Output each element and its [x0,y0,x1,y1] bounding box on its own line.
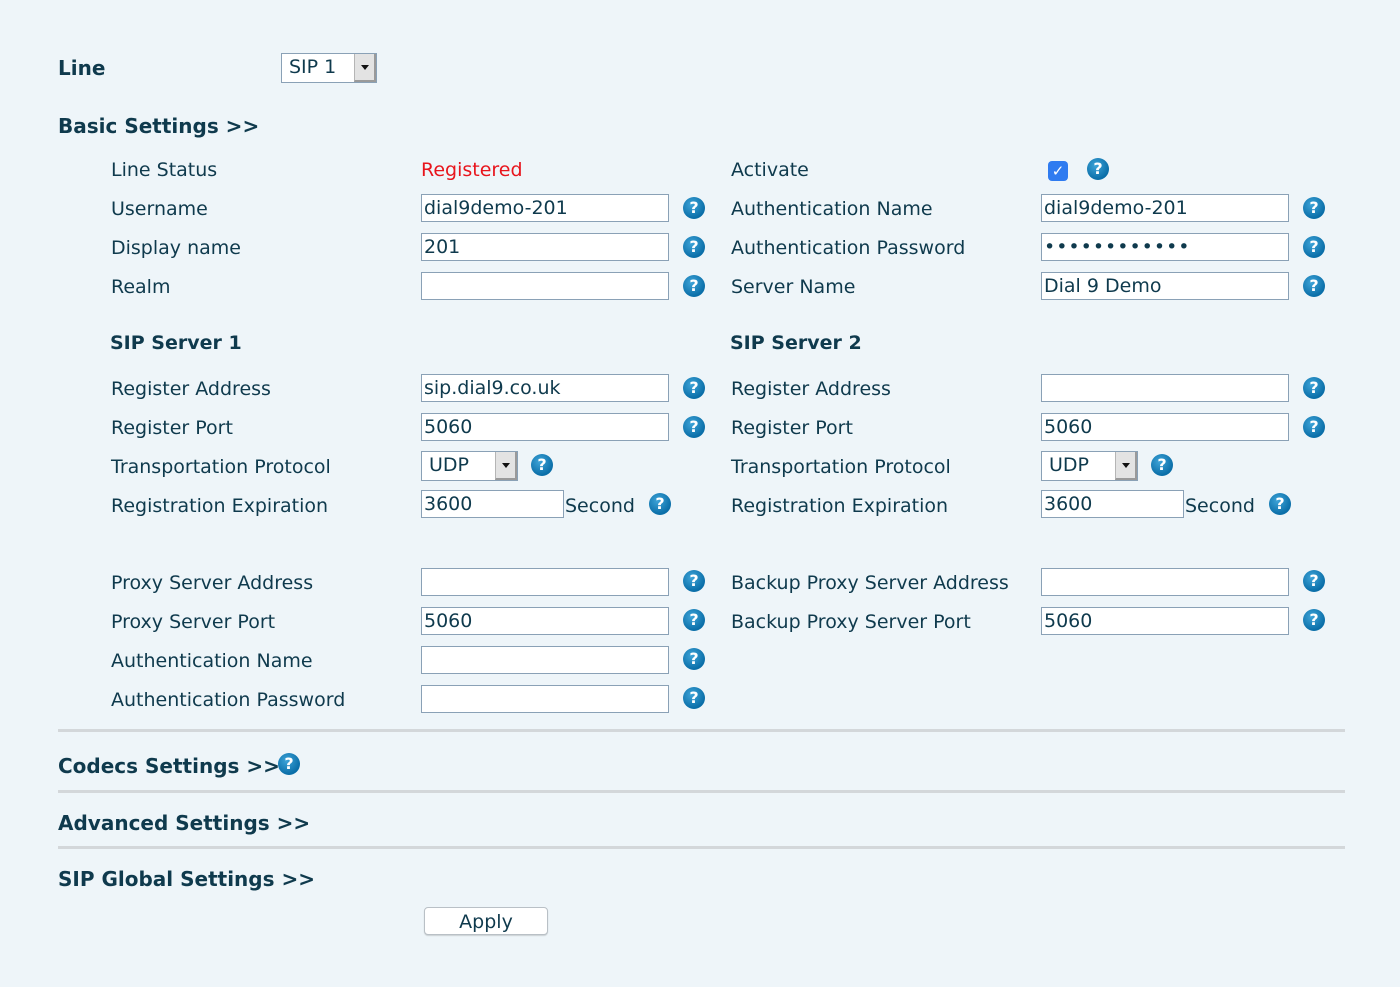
realm-label: Realm [111,276,171,298]
help-icon[interactable]: ? [683,570,705,592]
backup-proxy-addr-label: Backup Proxy Server Address [731,572,1009,594]
divider [58,729,1345,732]
server-name-input[interactable] [1041,272,1289,300]
realm-input[interactable] [421,272,669,300]
sip2-expiration-label: Registration Expiration [731,495,949,517]
chevron-down-icon[interactable] [1115,452,1137,480]
sip1-reg-addr-input[interactable] [421,374,669,402]
proxy-addr-label: Proxy Server Address [111,572,314,594]
help-icon[interactable]: ? [683,275,705,297]
help-icon[interactable]: ? [1303,275,1325,297]
help-icon[interactable]: ? [1151,454,1173,476]
sip-global-settings-header[interactable]: SIP Global Settings >> [58,867,315,891]
backup-proxy-addr-input[interactable] [1041,568,1289,596]
help-icon[interactable]: ? [1303,197,1325,219]
sip2-reg-addr-input[interactable] [1041,374,1289,402]
line-select-value: SIP 1 [289,56,337,78]
help-icon[interactable]: ? [278,753,300,775]
proxy-auth-name-input[interactable] [421,646,669,674]
auth-name-input[interactable] [1041,194,1289,222]
backup-proxy-port-input[interactable] [1041,607,1289,635]
auth-password-input[interactable] [1041,233,1289,261]
server-name-label: Server Name [731,276,856,298]
sip2-expiration-unit: Second [1185,495,1255,517]
display-name-label: Display name [111,237,241,259]
help-icon[interactable]: ? [683,687,705,709]
proxy-port-input[interactable] [421,607,669,635]
apply-button[interactable]: Apply [424,907,548,935]
help-icon[interactable]: ? [1303,416,1325,438]
proxy-addr-input[interactable] [421,568,669,596]
line-label: Line [58,56,106,80]
sip1-transport-select[interactable]: UDP [421,451,518,481]
sip1-reg-port-label: Register Port [111,417,233,439]
divider [58,846,1345,849]
sip-server-1-title: SIP Server 1 [110,332,242,354]
help-icon[interactable]: ? [683,377,705,399]
sip2-transport-value: UDP [1049,454,1089,476]
help-icon[interactable]: ? [1303,377,1325,399]
sip2-transport-select[interactable]: UDP [1041,451,1138,481]
sip1-expiration-unit: Second [565,495,635,517]
help-icon[interactable]: ? [683,197,705,219]
username-label: Username [111,198,208,220]
help-icon[interactable]: ? [683,648,705,670]
chevron-down-icon[interactable] [354,54,376,82]
auth-password-label: Authentication Password [731,237,966,259]
activate-label: Activate [731,159,809,181]
sip1-transport-label: Transportation Protocol [111,456,331,478]
sip2-reg-addr-label: Register Address [731,378,891,400]
sip1-reg-addr-label: Register Address [111,378,271,400]
sip1-expiration-label: Registration Expiration [111,495,329,517]
help-icon[interactable]: ? [1303,609,1325,631]
auth-name-label: Authentication Name [731,198,933,220]
activate-checkbox[interactable]: ✓ [1048,161,1068,181]
help-icon[interactable]: ? [683,236,705,258]
sip1-reg-port-input[interactable] [421,413,669,441]
proxy-auth-name-label: Authentication Name [111,650,313,672]
proxy-auth-password-input[interactable] [421,685,669,713]
divider [58,790,1345,793]
help-icon[interactable]: ? [683,609,705,631]
help-icon[interactable]: ? [649,493,671,515]
help-icon[interactable]: ? [1087,158,1109,180]
sip1-expiration-input[interactable] [421,490,564,518]
line-status-label: Line Status [111,159,218,181]
proxy-auth-password-label: Authentication Password [111,689,346,711]
sip2-transport-label: Transportation Protocol [731,456,951,478]
line-select[interactable]: SIP 1 [281,53,377,83]
help-icon[interactable]: ? [1269,493,1291,515]
display-name-input[interactable] [421,233,669,261]
sip2-reg-port-label: Register Port [731,417,853,439]
sip1-transport-value: UDP [429,454,469,476]
help-icon[interactable]: ? [1303,236,1325,258]
chevron-down-icon[interactable] [495,452,517,480]
proxy-port-label: Proxy Server Port [111,611,276,633]
sip2-reg-port-input[interactable] [1041,413,1289,441]
backup-proxy-port-label: Backup Proxy Server Port [731,611,971,633]
basic-settings-header[interactable]: Basic Settings >> [58,114,259,138]
help-icon[interactable]: ? [531,454,553,476]
codecs-settings-header[interactable]: Codecs Settings >> [58,754,280,778]
username-input[interactable] [421,194,669,222]
sip-server-2-title: SIP Server 2 [730,332,862,354]
help-icon[interactable]: ? [1303,570,1325,592]
line-status-value: Registered [421,159,523,181]
sip2-expiration-input[interactable] [1041,490,1184,518]
advanced-settings-header[interactable]: Advanced Settings >> [58,811,310,835]
help-icon[interactable]: ? [683,416,705,438]
